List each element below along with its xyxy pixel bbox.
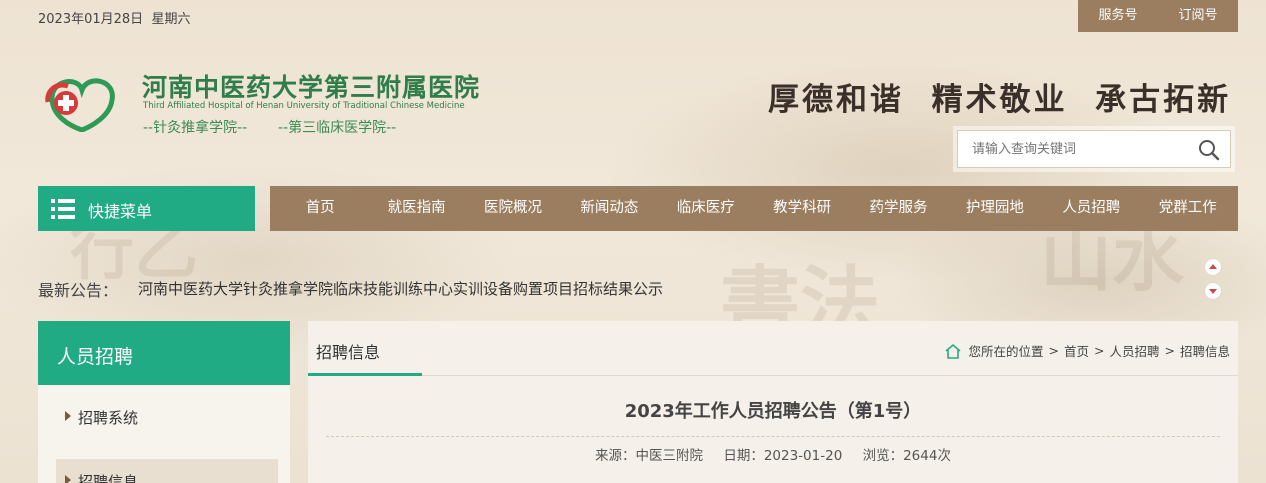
- sidebar-title: 人员招聘: [38, 321, 290, 385]
- nav-item-nursing[interactable]: 护理园地: [947, 186, 1043, 231]
- caret-right-icon: [65, 411, 71, 421]
- main-nav: 首页 就医指南 医院概况 新闻动态 临床医疗 教学科研 药学服务 护理园地 人员…: [270, 186, 1238, 231]
- nav-item-overview[interactable]: 医院概况: [465, 186, 561, 231]
- hospital-subname-2: --第三临床医学院--: [278, 120, 397, 136]
- breadcrumb-label: 您所在的位置: [968, 344, 1044, 359]
- arrow-up-icon[interactable]: [1204, 258, 1222, 276]
- article-views: 浏览：2644次: [862, 448, 951, 464]
- hospital-name-cn: 河南中医药大学第三附属医院: [142, 73, 481, 102]
- nav-item-pharmacy[interactable]: 药学服务: [850, 186, 946, 231]
- current-date: 2023年01月28日 星期六: [38, 12, 191, 27]
- breadcrumb-separator: >: [1164, 343, 1175, 358]
- nav-item-party[interactable]: 党群工作: [1140, 186, 1236, 231]
- article-title: 2023年工作人员招聘公告（第1号）: [624, 401, 922, 422]
- notice-link[interactable]: 河南中医药大学针灸推拿学院临床技能训练中心实训设备购置项目招标结果公示: [138, 278, 663, 299]
- top-bar: 2023年01月28日 星期六 服务号 订阅号: [0, 0, 1266, 34]
- nav-item-home[interactable]: 首页: [272, 186, 368, 231]
- article-divider: [326, 436, 1220, 437]
- menu-list-icon: [51, 198, 75, 220]
- quick-menu-button[interactable]: 快捷菜单: [38, 186, 255, 231]
- article-source: 来源：中医三附院: [595, 448, 704, 464]
- breadcrumb-separator: >: [1048, 343, 1059, 358]
- slogan: 厚德和谐 精术敬业 承古拓新: [768, 82, 1232, 118]
- nav-item-news[interactable]: 新闻动态: [561, 186, 657, 231]
- sidebar-item-label: 招聘系统: [78, 409, 139, 427]
- breadcrumb-home[interactable]: 首页: [1064, 341, 1089, 360]
- logo-icon[interactable]: [44, 72, 116, 133]
- top-links: 服务号 订阅号: [1078, 0, 1238, 32]
- sidebar-item-label: 招聘信息: [78, 473, 139, 483]
- nav-item-clinical[interactable]: 临床医疗: [658, 186, 754, 231]
- tab-active-indicator: [308, 373, 422, 376]
- hospital-name-en: Third Affiliated Hospital of Henan Unive…: [143, 101, 465, 111]
- breadcrumb-separator: >: [1094, 343, 1105, 358]
- nav-item-recruitment[interactable]: 人员招聘: [1043, 186, 1139, 231]
- search-box: [957, 130, 1231, 168]
- article-meta: 来源：中医三附院 日期：2023-01-20 浏览：2644次: [308, 444, 1238, 464]
- sidebar-item-recruitment-info[interactable]: 招聘信息: [56, 459, 278, 483]
- tab-divider: [308, 375, 1238, 376]
- notice-label: 最新公告：: [38, 281, 119, 300]
- subscription-account-link[interactable]: 订阅号: [1158, 0, 1238, 32]
- search-icon[interactable]: [1198, 139, 1220, 161]
- caret-right-icon: [65, 475, 71, 483]
- breadcrumb-recruitment[interactable]: 人员招聘: [1109, 341, 1159, 360]
- nav-item-research[interactable]: 教学科研: [754, 186, 850, 231]
- nav-item-guide[interactable]: 就医指南: [368, 186, 464, 231]
- sidebar-item-recruitment-system[interactable]: 招聘系统: [38, 395, 290, 439]
- quick-menu-label: 快捷菜单: [88, 202, 153, 221]
- breadcrumb: 您所在的位置 > 首页 > 人员招聘 > 招聘信息: [944, 341, 1230, 360]
- breadcrumb-recruitment-info[interactable]: 招聘信息: [1180, 341, 1230, 360]
- home-icon: [944, 343, 962, 359]
- hospital-subname-1: --针灸推拿学院--: [143, 120, 248, 136]
- search-input[interactable]: [972, 139, 1182, 159]
- arrow-down-icon[interactable]: [1204, 282, 1222, 300]
- main-content: 招聘信息 您所在的位置 > 首页 > 人员招聘 > 招聘信息 2023年工作人员…: [308, 321, 1238, 483]
- tab-recruitment-info[interactable]: 招聘信息: [316, 339, 380, 363]
- article-date: 日期：2023-01-20: [723, 448, 843, 464]
- sidebar: 招聘系统 招聘信息: [38, 385, 290, 483]
- service-account-link[interactable]: 服务号: [1078, 0, 1158, 32]
